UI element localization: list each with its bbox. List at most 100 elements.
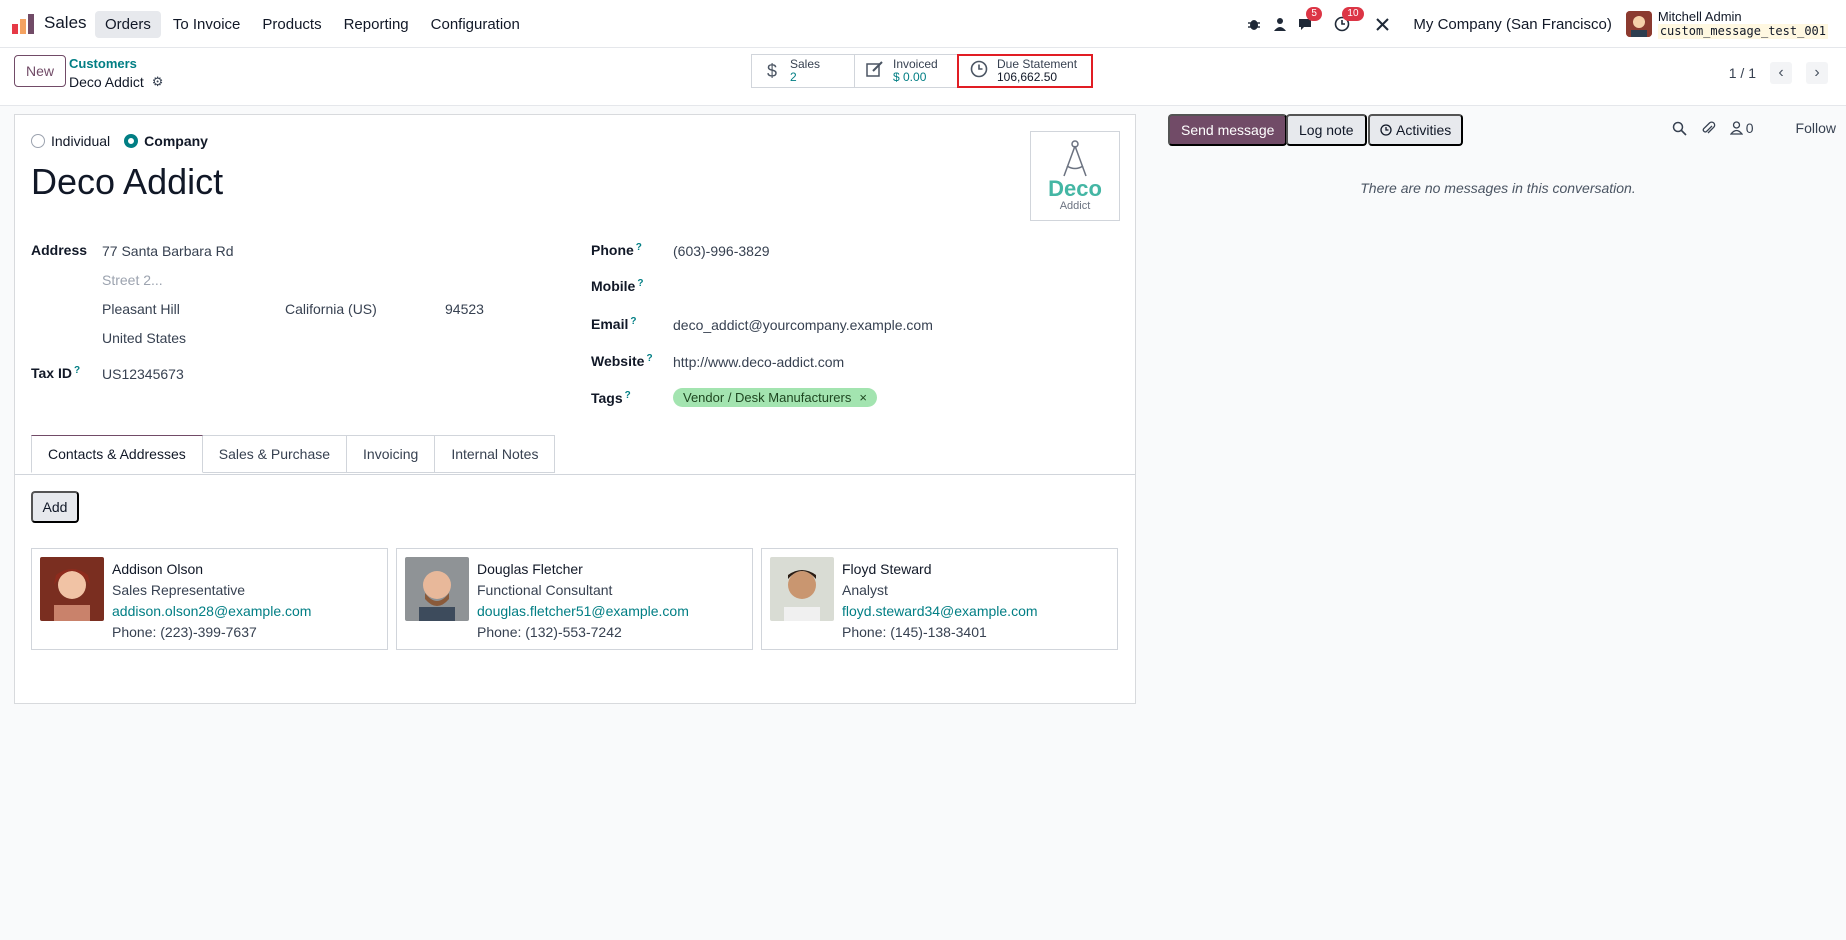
tag-pill[interactable]: Vendor / Desk Manufacturers × [673,388,877,407]
radio-company-label: Company [144,133,208,149]
user-icon[interactable] [1269,13,1291,35]
tab-contacts-addresses[interactable]: Contacts & Addresses [31,435,203,473]
close-icon[interactable]: × [859,390,867,405]
control-panel: New Customers Deco Addict ⚙ $ Sales 2 In… [0,48,1846,106]
contact-role: Analyst [842,582,888,598]
menu-orders[interactable]: Orders [95,11,161,38]
add-contact-button[interactable]: Add [31,491,79,523]
followers-button[interactable]: 0 [1729,120,1754,136]
contact-name: Douglas Fletcher [477,561,583,577]
phone-field[interactable]: (603)-996-3829 [673,243,770,259]
messages-icon[interactable]: 5 [1295,7,1322,35]
contact-card[interactable]: Douglas Fletcher Functional Consultant d… [396,548,753,650]
new-button[interactable]: New [14,55,67,87]
pager: 1 / 1 ‹ › [1729,62,1828,84]
tab-invoicing[interactable]: Invoicing [347,435,436,473]
tax-id-field[interactable]: US12345673 [102,366,184,382]
contact-name: Addison Olson [112,561,204,577]
dollar-icon: $ [766,60,777,81]
radio-individual[interactable]: Individual [31,133,110,149]
website-field[interactable]: http://www.deco-addict.com [673,354,844,370]
gear-icon[interactable]: ⚙ [152,74,164,90]
contact-avatar [40,557,104,621]
help-icon[interactable]: ? [74,365,80,376]
mobile-field[interactable] [673,279,973,297]
contact-card[interactable]: Floyd Steward Analyst floyd.steward34@ex… [761,548,1118,650]
menu-products[interactable]: Products [252,11,331,38]
chevron-left-icon[interactable]: ‹ [1770,62,1792,84]
radio-individual-label: Individual [51,133,111,149]
radio-company-dot[interactable] [124,134,139,148]
address-label: Address [31,242,88,258]
database-name: custom_message_test_001 [1657,24,1828,39]
website-label: Website? [591,353,653,369]
mobile-label-text: Mobile [591,278,636,294]
activities-button[interactable]: Activities [1368,114,1464,146]
search-icon[interactable] [1672,121,1687,136]
help-icon[interactable]: ? [630,316,636,327]
tab-internal-notes[interactable]: Internal Notes [435,435,556,473]
invoiced-value: $ 0.00 [893,70,927,84]
city-field[interactable]: Pleasant Hill [102,301,180,317]
country-field[interactable]: United States [102,330,186,346]
help-icon[interactable]: ? [646,353,652,364]
pager-value[interactable]: 1 / 1 [1729,65,1756,81]
app-name[interactable]: Sales [44,13,87,33]
website-label-text: Website [591,353,645,369]
help-icon[interactable]: ? [636,242,642,253]
company-type-radio: Individual Company [31,133,208,149]
contact-email[interactable]: douglas.fletcher51@example.com [477,601,689,622]
person-icon [1729,121,1743,135]
state-field[interactable]: California (US) [285,301,377,317]
contact-role: Sales Representative [112,582,246,598]
radio-individual-dot[interactable] [31,134,45,148]
sales-app-icon[interactable] [12,14,34,34]
partner-name-field[interactable]: Deco Addict [31,161,223,203]
smart-buttons: $ Sales 2 Invoiced $ 0.00 Due Statement … [751,54,1093,88]
tools-icon[interactable] [1371,13,1393,35]
tags-label-text: Tags [591,390,623,406]
help-icon[interactable]: ? [625,390,631,401]
radio-company[interactable]: Company [124,133,208,149]
help-icon[interactable]: ? [637,278,643,289]
menu-reporting[interactable]: Reporting [334,11,419,38]
breadcrumb-customers[interactable]: Customers [69,56,137,71]
sales-smart-button[interactable]: $ Sales 2 [751,54,855,88]
compass-icon [1063,140,1087,177]
bug-icon[interactable] [1243,13,1265,35]
activities-label: Activities [1396,122,1452,138]
contact-phone: Phone: (223)-399-7637 [112,624,257,640]
contact-email[interactable]: floyd.steward34@example.com [842,601,1038,622]
contact-role: Functional Consultant [477,582,613,598]
contact-card[interactable]: Addison Olson Sales Representative addis… [31,548,388,650]
contact-email[interactable]: addison.olson28@example.com [112,601,311,622]
menu-to-invoice[interactable]: To Invoice [163,11,251,38]
user-avatar[interactable] [1625,11,1652,37]
due-value: 106,662.50 [997,70,1058,84]
user-name: Mitchell Admin [1657,9,1742,24]
activities-icon[interactable]: 10 [1331,7,1364,35]
paperclip-icon[interactable] [1701,120,1716,136]
due-statement-smart-button[interactable]: Due Statement 106,662.50 [957,54,1093,88]
street2-field[interactable]: Street 2... [102,272,163,288]
menu-configuration[interactable]: Configuration [421,11,530,38]
user-menu[interactable]: Mitchell Admin custom_message_test_001 [1657,9,1828,39]
notebook-tabs: Contacts & Addresses Sales & Purchase In… [31,435,556,473]
tags-label: Tags? [591,390,631,406]
contact-phone: Phone: (145)-138-3401 [842,624,987,640]
email-label-text: Email [591,316,629,332]
breadcrumb-current-label: Deco Addict [69,74,144,90]
send-message-button[interactable]: Send message [1168,114,1288,146]
log-note-button[interactable]: Log note [1286,114,1367,146]
street-field[interactable]: 77 Santa Barbara Rd [102,243,234,259]
company-switcher[interactable]: My Company (San Francisco) [1413,16,1611,33]
follow-button[interactable]: Follow [1796,120,1836,136]
partner-logo[interactable]: Deco Addict [1030,131,1120,221]
tax-id-label: Tax ID? [31,365,80,381]
chevron-right-icon[interactable]: › [1806,62,1828,84]
email-field[interactable]: deco_addict@yourcompany.example.com [673,317,933,333]
followers-count: 0 [1745,120,1754,136]
tab-sales-purchase[interactable]: Sales & Purchase [202,435,348,473]
invoiced-smart-button[interactable]: Invoiced $ 0.00 [854,54,958,88]
zip-field[interactable]: 94523 [445,301,484,317]
